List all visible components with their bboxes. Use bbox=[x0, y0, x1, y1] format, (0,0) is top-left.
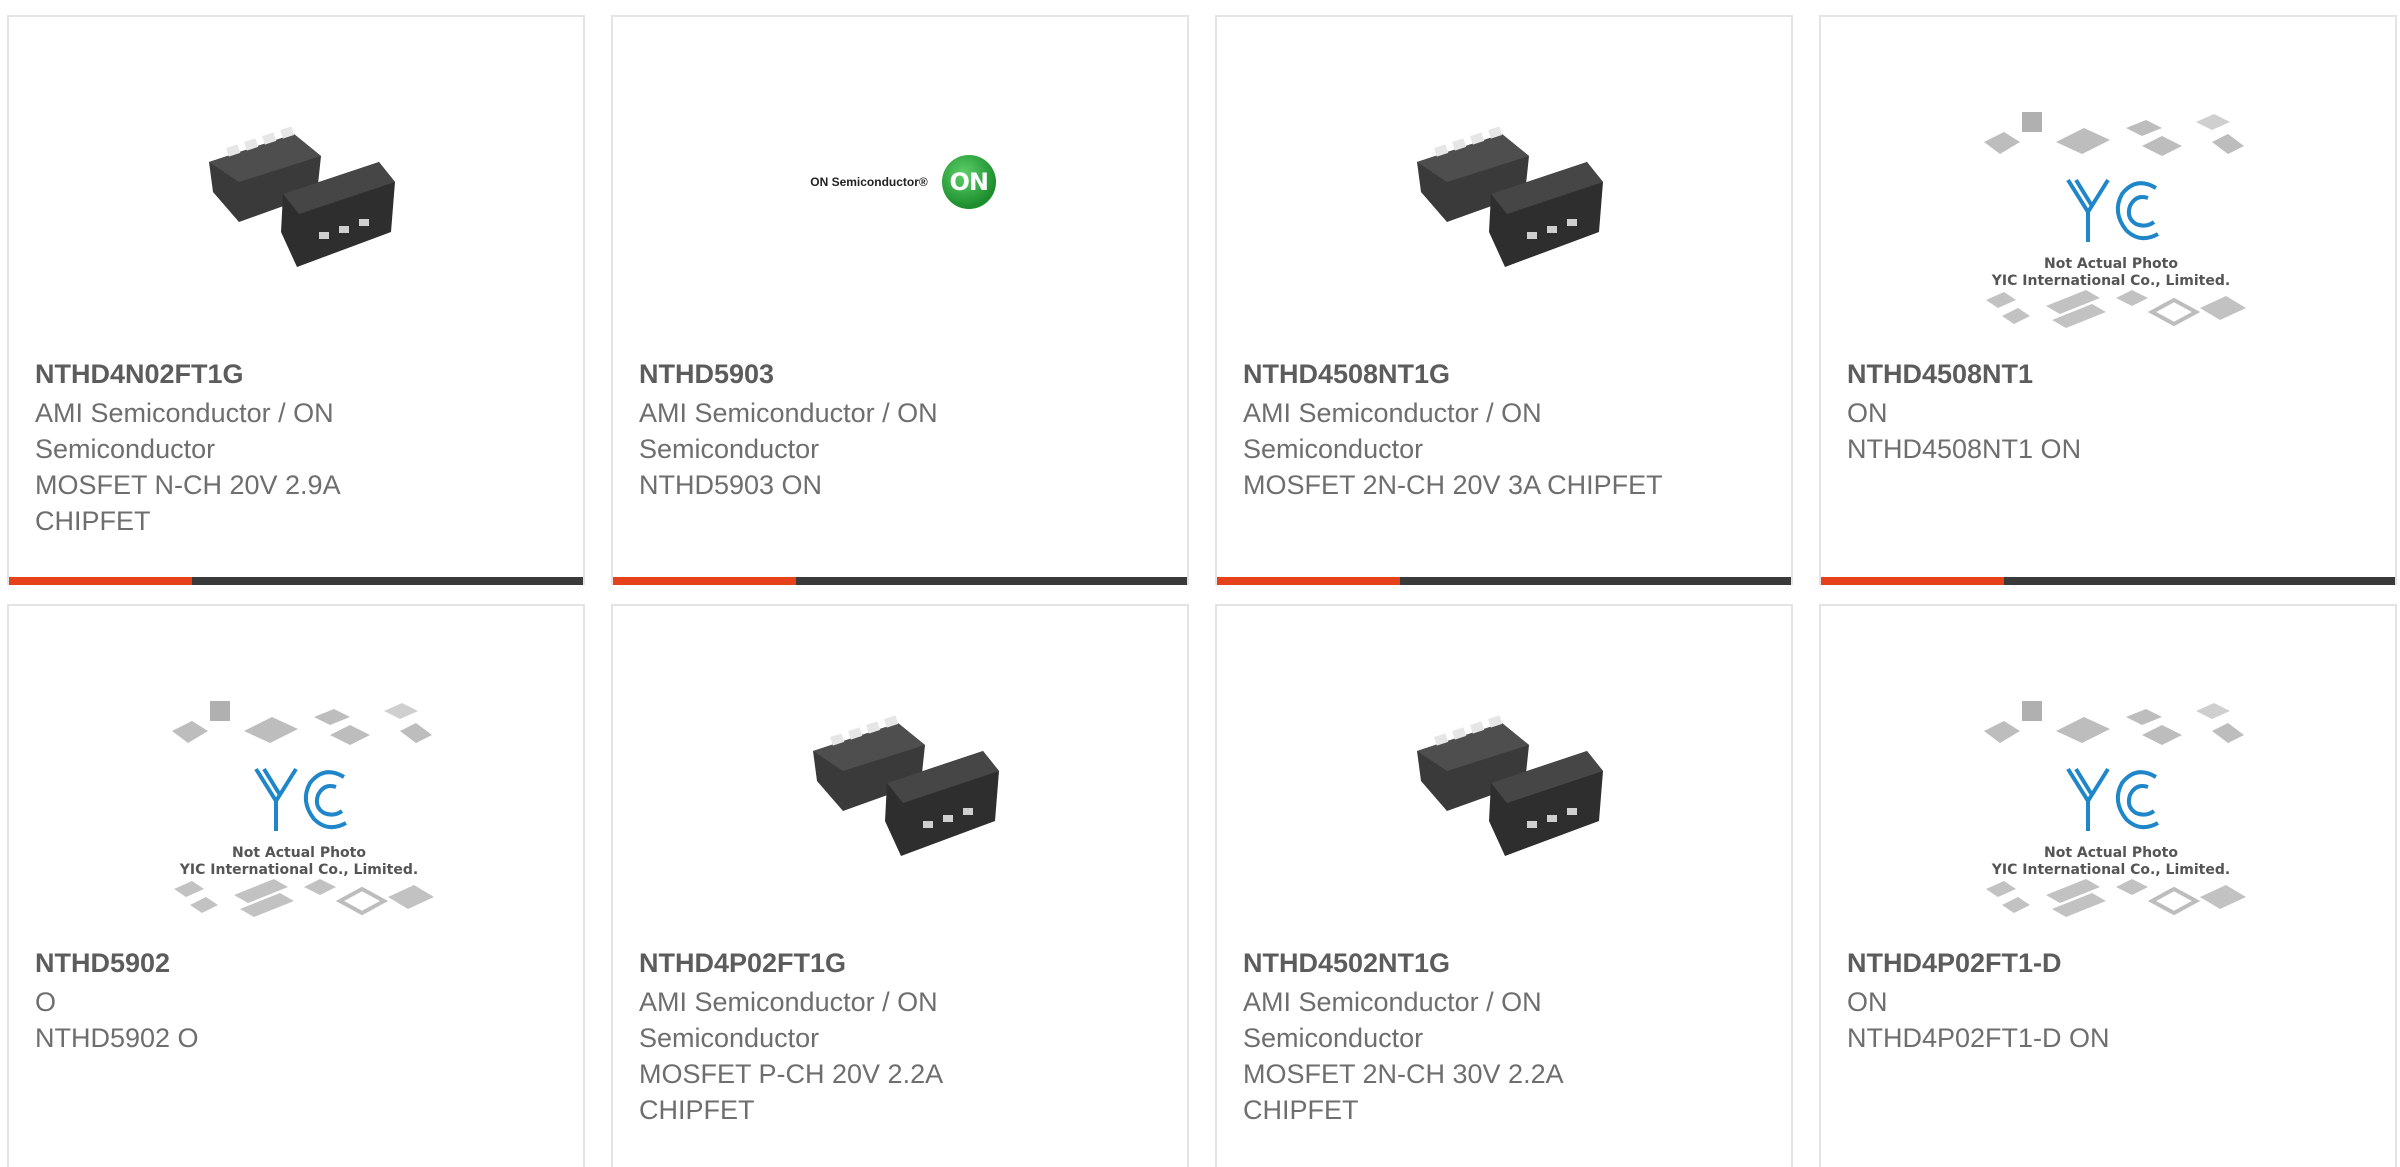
ic-packages-icon bbox=[1984, 701, 2246, 917]
product-card[interactable]: Not Actual Photo YIC International Co., … bbox=[7, 604, 585, 1167]
product-card[interactable]: ON Semiconductor® ON NTHD5903 AMI Semico… bbox=[611, 15, 1189, 585]
product-image[interactable] bbox=[169, 77, 429, 287]
product-image[interactable]: ON Semiconductor® ON bbox=[773, 77, 1033, 287]
card-accent-bar bbox=[1217, 577, 1400, 585]
product-image[interactable]: Not Actual Photo YIC International Co., … bbox=[159, 686, 439, 936]
not-actual-photo-caption: Not Actual Photo bbox=[232, 845, 366, 861]
not-actual-photo-caption: Not Actual Photo bbox=[2044, 845, 2178, 861]
product-manufacturer: O bbox=[35, 987, 57, 1017]
yic-company-caption: YIC International Co., Limited. bbox=[1991, 862, 2231, 878]
product-detail: MOSFET 2N-CH 30V 2.2A CHIPFET bbox=[1243, 1059, 1563, 1125]
ic-packages-icon bbox=[1984, 112, 2246, 328]
product-title[interactable]: NTHD5903 bbox=[639, 359, 774, 390]
product-description: ON NTHD4508NT1 ON bbox=[1847, 395, 2267, 467]
card-accent-bar bbox=[613, 577, 796, 585]
card-accent-bar bbox=[1821, 577, 2004, 585]
product-description: O NTHD5902 O bbox=[35, 984, 455, 1056]
card-bottom-bar bbox=[1821, 577, 2395, 585]
product-detail: NTHD5903 ON bbox=[639, 470, 823, 500]
product-description: ON NTHD4P02FT1-D ON bbox=[1847, 984, 2267, 1056]
product-title[interactable]: NTHD4N02FT1G bbox=[35, 359, 244, 390]
product-title[interactable]: NTHD4508NT1 bbox=[1847, 359, 2033, 390]
product-card[interactable]: NTHD4P02FT1G AMI Semiconductor / ON Semi… bbox=[611, 604, 1189, 1167]
yic-placeholder-image: Not Actual Photo YIC International Co., … bbox=[1976, 102, 2246, 342]
logo-text: ON Semiconductor® bbox=[810, 175, 928, 189]
yic-company-caption: YIC International Co., Limited. bbox=[179, 862, 419, 878]
product-manufacturer: AMI Semiconductor / ON Semiconductor bbox=[1243, 987, 1542, 1053]
product-title[interactable]: NTHD5902 bbox=[35, 948, 170, 979]
product-description: AMI Semiconductor / ON Semiconductor MOS… bbox=[1243, 395, 1663, 503]
product-detail: MOSFET N-CH 20V 2.9A CHIPFET bbox=[35, 470, 340, 536]
card-accent-bar bbox=[9, 577, 192, 585]
product-description: AMI Semiconductor / ON Semiconductor MOS… bbox=[35, 395, 455, 539]
product-image[interactable] bbox=[773, 666, 1033, 876]
product-card[interactable]: Not Actual Photo YIC International Co., … bbox=[1819, 15, 2397, 585]
yic-placeholder-image: Not Actual Photo YIC International Co., … bbox=[164, 691, 434, 931]
product-manufacturer: AMI Semiconductor / ON Semiconductor bbox=[639, 987, 938, 1053]
product-card[interactable]: NTHD4N02FT1G AMI Semiconductor / ON Semi… bbox=[7, 15, 585, 585]
product-manufacturer: AMI Semiconductor / ON Semiconductor bbox=[639, 398, 938, 464]
chipfet-package-icon bbox=[813, 715, 999, 856]
product-manufacturer: AMI Semiconductor / ON Semiconductor bbox=[35, 398, 334, 464]
product-manufacturer: ON bbox=[1847, 398, 1888, 428]
product-detail: MOSFET P-CH 20V 2.2A CHIPFET bbox=[639, 1059, 942, 1125]
product-manufacturer: ON bbox=[1847, 987, 1888, 1017]
product-title[interactable]: NTHD4508NT1G bbox=[1243, 359, 1450, 390]
product-image[interactable]: Not Actual Photo YIC International Co., … bbox=[1971, 97, 2251, 347]
product-title[interactable]: NTHD4502NT1G bbox=[1243, 948, 1450, 979]
product-grid: NTHD4N02FT1G AMI Semiconductor / ON Semi… bbox=[0, 0, 2400, 1167]
product-manufacturer: AMI Semiconductor / ON Semiconductor bbox=[1243, 398, 1542, 464]
product-title[interactable]: NTHD4P02FT1-D bbox=[1847, 948, 2062, 979]
product-detail: MOSFET 2N-CH 20V 3A CHIPFET bbox=[1243, 470, 1663, 500]
on-logo-icon: ON bbox=[941, 155, 996, 209]
card-bottom-bar bbox=[1217, 577, 1791, 585]
product-card[interactable]: NTHD4508NT1G AMI Semiconductor / ON Semi… bbox=[1215, 15, 1793, 585]
chipfet-package-icon bbox=[1417, 126, 1603, 267]
chipfet-package-icon bbox=[209, 126, 395, 267]
product-description: AMI Semiconductor / ON Semiconductor NTH… bbox=[639, 395, 1059, 503]
product-card[interactable]: Not Actual Photo YIC International Co., … bbox=[1819, 604, 2397, 1167]
yic-company-caption: YIC International Co., Limited. bbox=[1991, 273, 2231, 289]
product-title[interactable]: NTHD4P02FT1G bbox=[639, 948, 846, 979]
product-description: AMI Semiconductor / ON Semiconductor MOS… bbox=[1243, 984, 1663, 1128]
product-detail: NTHD5902 O bbox=[35, 1023, 199, 1053]
product-card[interactable]: NTHD4502NT1G AMI Semiconductor / ON Semi… bbox=[1215, 604, 1793, 1167]
card-bottom-bar bbox=[9, 577, 583, 585]
product-description: AMI Semiconductor / ON Semiconductor MOS… bbox=[639, 984, 1059, 1128]
product-detail: NTHD4508NT1 ON bbox=[1847, 434, 2082, 464]
product-image[interactable] bbox=[1377, 77, 1637, 287]
product-image[interactable]: Not Actual Photo YIC International Co., … bbox=[1971, 686, 2251, 936]
product-detail: NTHD4P02FT1-D ON bbox=[1847, 1023, 2110, 1053]
chipfet-package-icon bbox=[1417, 715, 1603, 856]
card-bottom-bar bbox=[613, 577, 1187, 585]
not-actual-photo-caption: Not Actual Photo bbox=[2044, 256, 2178, 272]
ic-packages-icon bbox=[172, 701, 434, 917]
on-semiconductor-logo: ON Semiconductor® ON bbox=[810, 155, 996, 209]
yic-placeholder-image: Not Actual Photo YIC International Co., … bbox=[1976, 691, 2246, 931]
product-image[interactable] bbox=[1377, 666, 1637, 876]
